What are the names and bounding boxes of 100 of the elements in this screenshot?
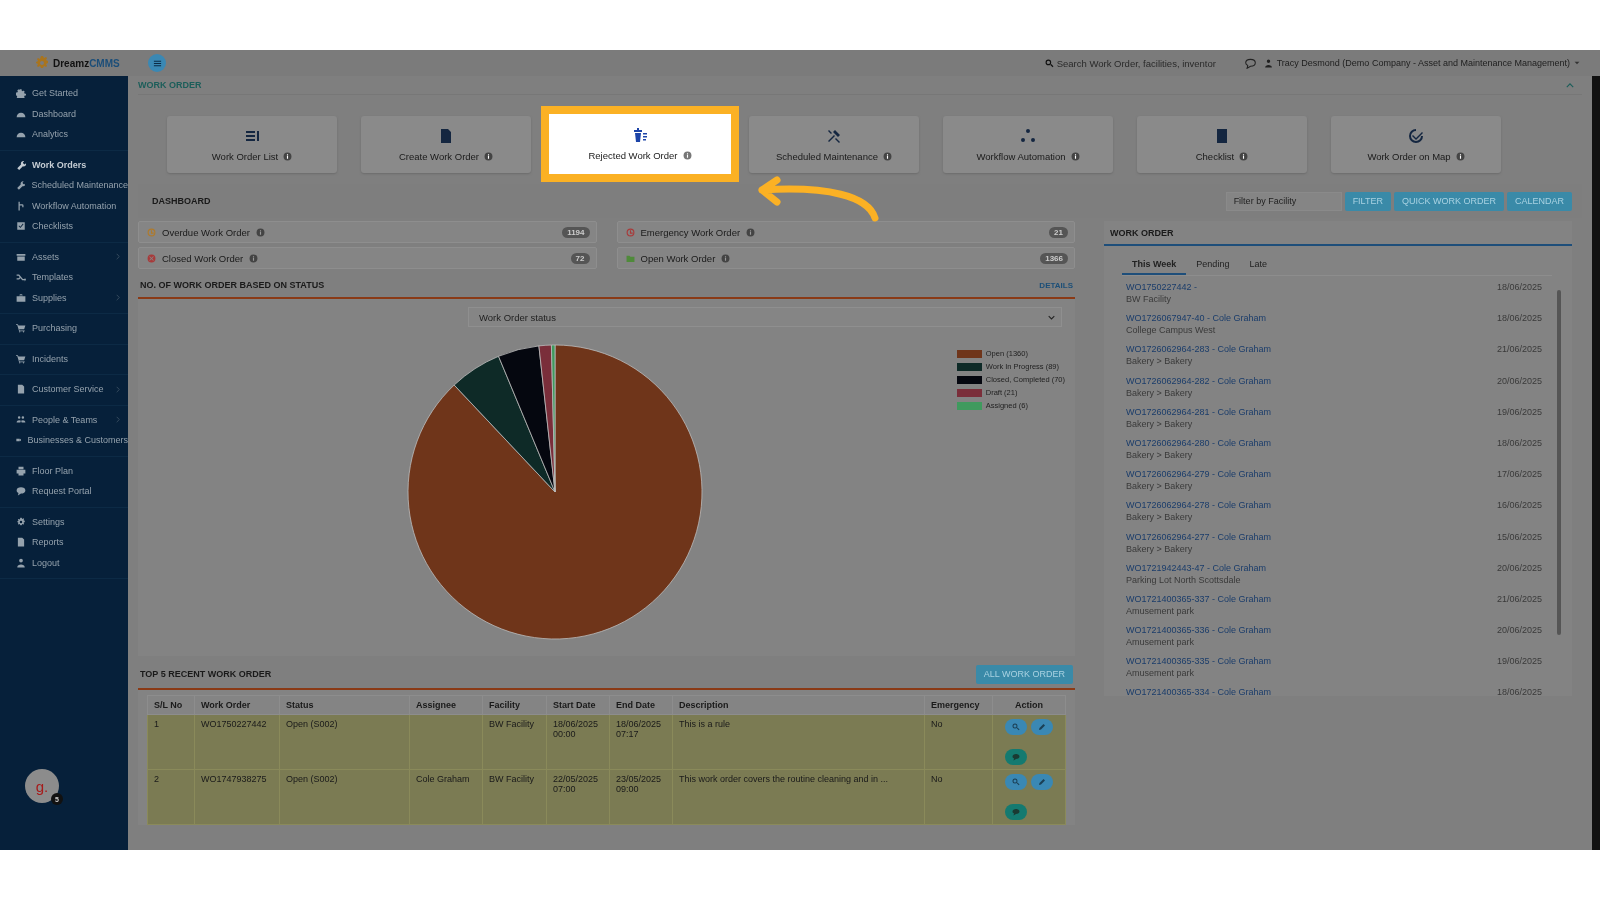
info-icon[interactable] [1455, 151, 1465, 161]
work-order-link[interactable]: WO1726067947-40 - Cole Graham [1126, 313, 1267, 324]
column-header: Facility [482, 695, 547, 715]
sidebar-item[interactable]: Settings [0, 511, 128, 532]
status-select[interactable]: Work Order status [468, 307, 1062, 327]
work-order-link[interactable]: WO1721400365-337 - Cole Graham [1126, 593, 1272, 604]
tab[interactable]: Pending [1186, 256, 1240, 275]
sidebar-item[interactable]: Templates [0, 267, 128, 288]
comment-button[interactable] [1005, 804, 1027, 820]
shortcut-card[interactable]: Workflow Automation [943, 116, 1113, 173]
edit-button[interactable] [1031, 774, 1053, 790]
column-header: Emergency [924, 695, 993, 715]
work-order-link[interactable]: WO1726062964-283 - Cole Graham [1126, 344, 1272, 355]
sidebar-item[interactable]: Workflow Automation [0, 195, 128, 216]
table-cell: 18/06/2025 00:00 [553, 719, 599, 739]
work-order-link[interactable]: WO1726062964-278 - Cole Graham [1126, 500, 1272, 511]
info-icon[interactable] [249, 253, 259, 263]
gear-logo-icon [34, 55, 50, 71]
work-order-link[interactable]: WO1726062964-279 - Cole Graham [1126, 469, 1272, 480]
work-order-link[interactable]: WO1721942443-47 - Cole Graham [1126, 562, 1267, 573]
info-icon[interactable] [283, 151, 293, 161]
collapse-icon[interactable] [1566, 82, 1574, 88]
info-icon[interactable] [882, 151, 892, 161]
sidebar-item[interactable]: Logout [0, 552, 128, 573]
sidebar-item[interactable]: Incidents [0, 348, 128, 369]
menu-toggle-button[interactable] [148, 54, 166, 72]
sidebar-item[interactable]: Request Portal [0, 481, 128, 502]
work-order-link[interactable]: WO1721400365-335 - Cole Graham [1126, 656, 1272, 667]
file-icon [16, 537, 26, 548]
shortcut-card[interactable]: Checklist [1137, 116, 1307, 173]
user-menu[interactable]: Tracy Desmond (Demo Company - Asset and Maintenance Management) [1263, 58, 1580, 68]
comment-button[interactable] [1005, 749, 1027, 765]
stat-tile[interactable]: Overdue Work Order 1194 [138, 221, 597, 243]
info-icon[interactable] [721, 253, 731, 263]
info-icon[interactable] [1070, 151, 1080, 161]
work-order-link[interactable]: WO1726062964-280 - Cole Graham [1126, 437, 1272, 448]
stat-tile[interactable]: Closed Work Order 72 [138, 247, 597, 269]
work-order-link[interactable]: WO1726062964-282 - Cole Graham [1126, 375, 1272, 386]
search-field[interactable]: Search Work Order, facilities, inventor [1056, 57, 1237, 69]
wrench-icon [16, 180, 26, 191]
work-order-link[interactable]: WO1721400365-334 - Cole Graham [1126, 687, 1272, 698]
sidebar-item[interactable]: Work Orders [0, 154, 128, 175]
table-title: TOP 5 RECENT WORK ORDER [140, 669, 272, 679]
tab[interactable]: Late [1239, 256, 1277, 275]
sidebar-item[interactable]: Businesses & Customers [0, 430, 128, 451]
shortcut-card[interactable]: Work Order List [167, 116, 337, 173]
info-icon[interactable] [484, 151, 494, 161]
facility-filter-field[interactable]: Filter by Facility [1225, 191, 1342, 211]
sidebar-item[interactable]: Get Started [0, 83, 128, 104]
user-icon [16, 557, 26, 568]
sidebar-item[interactable]: Checklists [0, 216, 128, 237]
action-button[interactable]: CALENDAR [1507, 191, 1572, 211]
table-cell: No [931, 774, 943, 784]
sidebar-item[interactable]: Scheduled Maintenance [0, 175, 128, 196]
work-order-link[interactable]: WO1726062964-277 - Cole Graham [1126, 531, 1272, 542]
column-header: Assignee [409, 695, 483, 715]
sidebar-item[interactable]: Purchasing [0, 318, 128, 339]
location-text: Parking Lot North Scottsdale [1126, 574, 1242, 585]
shortcut-card[interactable]: Create Work Order [361, 116, 531, 173]
info-icon[interactable] [256, 227, 265, 237]
work-order-link[interactable]: WO1721400365-336 - Cole Graham [1126, 625, 1272, 636]
location-text: Bakery > Bakery [1126, 449, 1194, 460]
work-order-link[interactable]: WO1726062964-281 - Cole Graham [1126, 406, 1272, 417]
trash-list-icon [632, 127, 648, 143]
page-scrollbar[interactable] [1592, 76, 1600, 850]
sidebar-item[interactable]: Floor Plan [0, 460, 128, 481]
table-cell: 1 [154, 719, 159, 729]
date-text: 20/06/2025 [1496, 625, 1543, 638]
location-text: Bakery > Bakery [1126, 387, 1194, 398]
sidebar-item[interactable]: Assets [0, 246, 128, 267]
stat-tile[interactable]: Emergency Work Order 21 [616, 221, 1075, 243]
sidebar-item[interactable]: Reports [0, 532, 128, 553]
card-label: Checklist [1195, 150, 1235, 162]
column-header: Status [279, 695, 410, 715]
dashboard-title: DASHBOARD [152, 196, 211, 206]
checkbox-icon [16, 221, 26, 232]
sidebar-item[interactable]: Customer Service [0, 379, 128, 400]
info-icon[interactable] [746, 227, 756, 237]
stat-tile[interactable]: Open Work Order 1366 [616, 247, 1075, 269]
date-text: 15/06/2025 [1496, 531, 1543, 544]
info-icon[interactable] [682, 151, 692, 160]
location-text: College Campus West [1126, 325, 1217, 336]
view-button[interactable] [1005, 719, 1027, 735]
chat-icon[interactable] [1244, 57, 1256, 69]
shortcut-card[interactable]: Scheduled Maintenance [749, 116, 919, 173]
shortcut-card[interactable]: Work Order on Map [1331, 116, 1501, 173]
date-text: 18/06/2025 [1496, 687, 1543, 700]
view-button[interactable] [1005, 774, 1027, 790]
info-icon[interactable] [1239, 151, 1249, 161]
menu-icon [152, 58, 162, 68]
sidebar-item[interactable]: People & Teams [0, 409, 128, 430]
sidebar-item[interactable]: Analytics [0, 124, 128, 145]
sidebar-item[interactable]: Supplies [0, 287, 128, 308]
card-label: Scheduled Maintenance [776, 150, 878, 162]
sidebar-item[interactable]: Dashboard [0, 103, 128, 124]
count-badge: 1366 [1040, 252, 1068, 264]
work-order-link[interactable]: WO1750227442 - [1126, 282, 1198, 292]
tab[interactable]: This Week [1122, 256, 1187, 275]
edit-button[interactable] [1031, 719, 1053, 735]
shortcut-card[interactable]: Rejected Work Order [541, 106, 739, 182]
